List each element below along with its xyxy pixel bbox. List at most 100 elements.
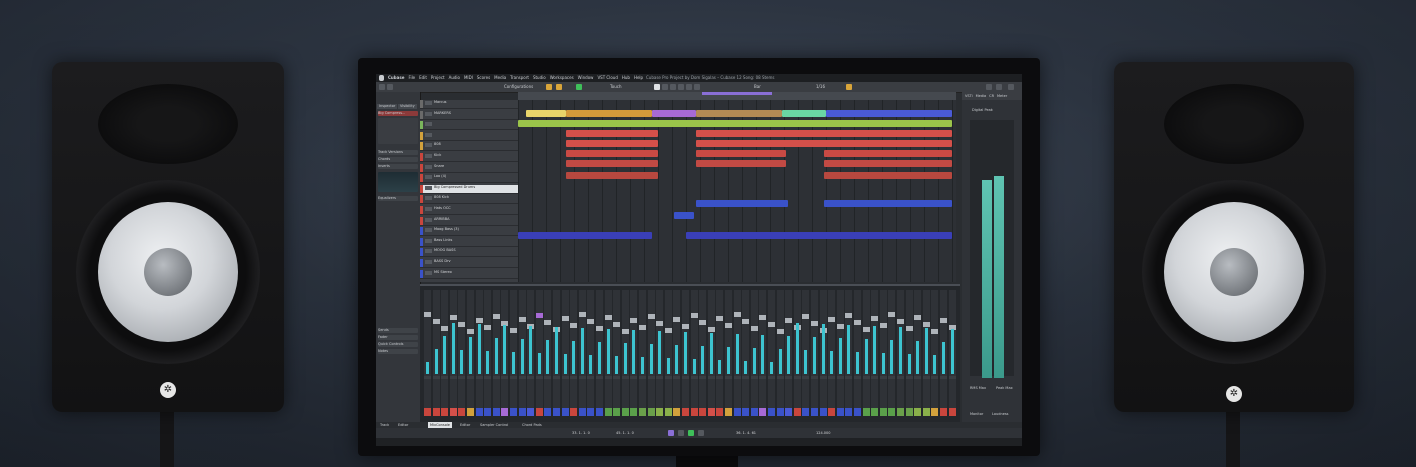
fader-cap[interactable] [940,318,947,323]
mixer-channel-strip[interactable] [914,290,922,416]
mixer-channel-strip[interactable] [802,290,810,416]
fader-cap[interactable] [682,324,689,329]
fader-cap[interactable] [458,322,466,327]
mixer-channel-strip[interactable] [862,290,870,416]
audio-event[interactable] [826,110,952,117]
right-zone-tab[interactable]: Media [976,94,987,98]
track-mute-solo-buttons[interactable] [425,164,432,169]
menu-item[interactable]: VST Cloud [597,75,617,80]
visibility-tab[interactable]: Visibility [398,104,417,109]
track-row[interactable]: MARKERS [420,110,518,120]
fader-cap[interactable] [587,319,595,324]
mixer-channel-strip[interactable] [948,290,956,416]
audio-event[interactable] [696,140,952,147]
right-locator[interactable]: 45. 1. 1. 0 [616,428,634,438]
menu-item[interactable]: Studio [533,75,546,80]
cycle-button-icon[interactable] [668,430,674,436]
mixer-channel-strip[interactable] [871,290,879,416]
fader-cap[interactable] [897,319,904,324]
mixer-channel-strip[interactable] [785,290,793,416]
menu-item[interactable]: Window [578,75,594,80]
inspector-section-fader[interactable]: Fader [378,335,418,340]
audio-event[interactable] [824,172,952,179]
audio-event[interactable] [526,110,566,117]
fader-cap[interactable] [424,312,431,317]
audio-event[interactable] [696,110,782,117]
right-zone-tab[interactable]: Meter [997,94,1007,98]
mixer-channel-strip[interactable] [475,290,483,416]
fader-cap[interactable] [768,322,775,327]
mixer-channel-strip[interactable] [759,290,767,416]
fader-cap[interactable] [931,329,939,334]
mixer-channel-strip[interactable] [888,290,896,416]
track-mute-solo-buttons[interactable] [425,111,432,116]
track-mute-solo-buttons[interactable] [425,270,432,275]
mixer-channel-strip[interactable] [845,290,853,416]
audio-event[interactable] [566,150,658,157]
audio-event[interactable] [824,160,952,167]
toolbar-object-selection-icon[interactable] [654,84,660,90]
audio-event[interactable] [696,160,786,167]
fader-cap[interactable] [475,318,483,323]
fader-cap[interactable] [518,317,526,322]
track-mute-solo-buttons[interactable] [425,185,432,190]
mixer-channel-strip[interactable] [467,290,474,416]
left-locator[interactable]: 33. 1. 1. 0 [572,428,590,438]
mixer-channel-strip[interactable] [690,290,698,416]
inspector-section-notes[interactable]: Notes [378,349,418,354]
toolbar-play-icon[interactable] [576,84,582,90]
track-row[interactable]: MS Stereo [420,269,518,279]
inspector-track-name[interactable]: Big Compress... [378,111,418,116]
fader-cap[interactable] [871,316,879,321]
configurations-dropdown[interactable]: Configurations [504,84,533,90]
audio-event[interactable] [566,172,658,179]
mixer-channel-strip[interactable] [707,290,715,416]
audio-event[interactable] [782,110,826,117]
audio-event[interactable] [566,110,652,117]
toolbar-right-zone-icon[interactable] [996,84,1002,90]
fader-cap[interactable] [630,318,638,323]
mixer-channel-strip[interactable] [656,290,664,416]
audio-event[interactable] [696,150,786,157]
fader-cap[interactable] [862,327,870,332]
inspector-section-equalizers[interactable]: Equalizers [378,196,418,201]
fader-cap[interactable] [535,313,543,318]
menu-item[interactable]: Media [494,75,506,80]
quantize-dropdown[interactable]: 1/16 [816,84,825,90]
fader-cap[interactable] [742,319,750,324]
fader-cap[interactable] [811,321,818,326]
inspector-track-controls[interactable] [378,118,418,144]
audio-event[interactable] [652,110,696,117]
track-row[interactable]: 808 [420,142,518,152]
fader-cap[interactable] [776,329,784,334]
fader-cap[interactable] [441,326,449,331]
menu-item[interactable]: Help [634,75,643,80]
mixer-channel-strip[interactable] [819,290,827,416]
track-mute-solo-buttons[interactable] [425,122,432,127]
right-zone-tab[interactable]: VSTi [965,94,973,98]
track-mute-solo-buttons[interactable] [425,143,432,148]
fader-cap[interactable] [656,321,664,326]
track-row[interactable]: 808 Kick [420,195,518,205]
fader-cap[interactable] [905,326,913,331]
fader-cap[interactable] [484,325,492,330]
fader-cap[interactable] [639,325,646,330]
mixer-channel-strip[interactable] [535,290,543,416]
menu-item[interactable]: Workspaces [550,75,574,80]
toolbar-window-layout-icon[interactable] [986,84,992,90]
menu-item[interactable]: Edit [419,75,427,80]
mixer-channel-strip[interactable] [484,290,492,416]
fader-cap[interactable] [647,314,655,319]
audio-event[interactable] [696,130,952,137]
fader-cap[interactable] [836,324,844,329]
menu-item[interactable]: MIDI [464,75,473,80]
mixer-channel-strip[interactable] [613,290,621,416]
toolbar-constrain-icon[interactable] [546,84,552,90]
fader-cap[interactable] [604,315,612,320]
fader-cap[interactable] [733,312,741,317]
fader-cap[interactable] [759,315,767,320]
toolbar-glue-icon[interactable] [678,84,684,90]
fader-cap[interactable] [888,312,896,317]
mixer-channel-strip[interactable] [553,290,560,416]
mixer-channel-strip[interactable] [449,290,457,416]
